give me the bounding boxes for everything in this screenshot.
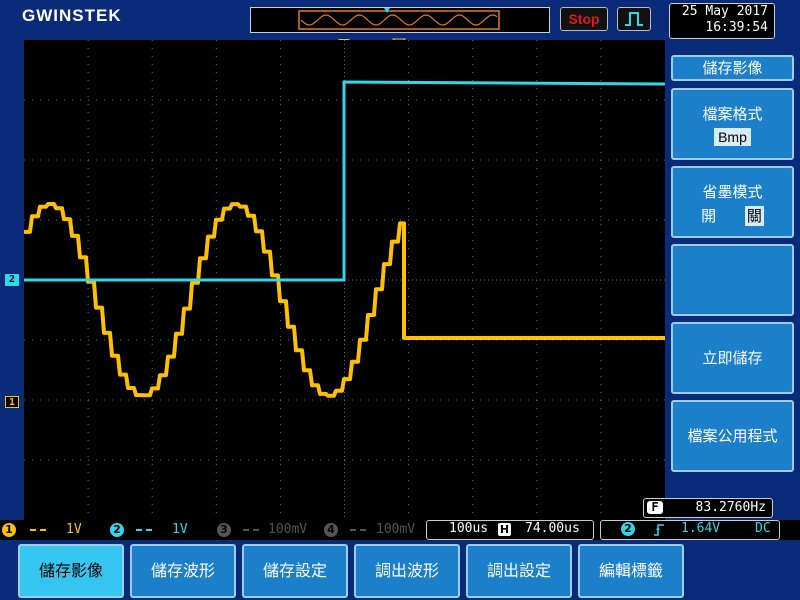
horizontal-position-value: 74.00us (525, 521, 580, 536)
file-utilities-label: 檔案公用程式 (687, 427, 778, 445)
ch4-indicator[interactable]: 4 (324, 523, 338, 537)
save-now-label: 立即儲存 (702, 349, 763, 367)
file-utilities-button[interactable]: 檔案公用程式 (671, 400, 794, 472)
save-now-button[interactable]: 立即儲存 (671, 322, 794, 394)
trigger-level: 1.64V (681, 521, 721, 536)
ch4-scale: 100mV (376, 522, 416, 537)
menu-save-image[interactable]: 儲存影像 (18, 544, 124, 598)
ch3-scale: 100mV (268, 522, 308, 537)
menu-recall-setup[interactable]: 調出設定 (466, 544, 572, 598)
ch1-coupling-icon (30, 529, 46, 531)
menu-save-waveform[interactable]: 儲存波形 (130, 544, 236, 598)
ch1-ground-marker[interactable]: 1 (5, 396, 19, 408)
ink-saver-on-option: 開 (701, 207, 717, 225)
trigger-readout[interactable]: 2 1.64V DC (600, 520, 780, 540)
waveform-overview-bar (250, 7, 550, 33)
run-stop-status[interactable]: Stop (560, 7, 608, 31)
frequency-readout: F 83.2760Hz (643, 498, 773, 518)
ch1-scale: 1V (66, 522, 82, 537)
ch2-waveform (24, 80, 665, 282)
menu-edit-label[interactable]: 編輯標籤 (578, 544, 684, 598)
time-text: 16:39:54 (705, 20, 768, 35)
ch2-coupling-icon (136, 529, 152, 531)
trigger-coupling: DC (755, 521, 771, 536)
ch4-coupling-icon (350, 529, 366, 531)
ink-saver-label: 省墨模式 (702, 183, 763, 201)
ch3-coupling-icon (243, 529, 259, 531)
ch1-indicator[interactable]: 1 (2, 523, 16, 537)
timebase-value: 100us (449, 521, 489, 536)
frequency-icon: F (647, 501, 663, 514)
brand-logo: GWINSTEK (22, 6, 122, 25)
horizontal-position-icon: H (498, 523, 511, 536)
ch2-scale: 1V (172, 522, 188, 537)
date-time-display: 25 May 2017 16:39:54 (669, 3, 775, 39)
empty-softkey[interactable] (671, 244, 794, 316)
menu-recall-waveform[interactable]: 調出波形 (354, 544, 460, 598)
ch2-ground-marker[interactable]: 2 (5, 274, 19, 286)
waveform-display (24, 40, 665, 520)
ch2-indicator[interactable]: 2 (110, 523, 124, 537)
graticule (24, 40, 665, 520)
rising-edge-icon (654, 524, 664, 536)
file-format-value: Bmp (714, 128, 751, 146)
waveform-overview-graphic (298, 8, 500, 30)
side-menu-title: 儲存影像 (671, 55, 794, 81)
trigger-source-indicator: 2 (621, 522, 635, 536)
pulse-trigger-icon (617, 7, 651, 31)
file-format-button[interactable]: 檔案格式 Bmp (671, 88, 794, 160)
menu-save-setup[interactable]: 儲存設定 (242, 544, 348, 598)
ink-saver-button[interactable]: 省墨模式 開 關 (671, 166, 794, 238)
date-text: 25 May 2017 (681, 4, 768, 19)
ch3-indicator[interactable]: 3 (217, 523, 231, 537)
file-format-label: 檔案格式 (702, 105, 763, 123)
ink-saver-off-option: 關 (744, 206, 764, 226)
timebase-readout[interactable]: 100us H 74.00us (426, 520, 594, 540)
frequency-value: 83.2760Hz (695, 500, 766, 515)
